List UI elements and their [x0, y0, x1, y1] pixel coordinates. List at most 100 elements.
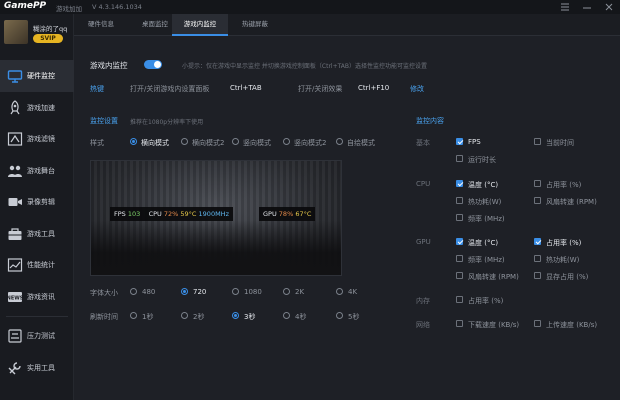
style-option-4[interactable]: 竖向模式2	[294, 138, 326, 148]
basic-runtime-checkbox[interactable]	[456, 155, 463, 162]
sidebar-item-game-stage[interactable]: 游戏舞台	[0, 155, 74, 187]
sidebar-item-label: 压力测试	[27, 332, 55, 340]
refresh-radio-3[interactable]	[232, 312, 239, 319]
menu-icon[interactable]	[560, 2, 570, 12]
font-option-720[interactable]: 720	[193, 288, 206, 296]
style-option-2[interactable]: 横向模式2	[192, 138, 224, 148]
cpu-usage-label[interactable]: 占用率 (%)	[546, 180, 581, 190]
hotkey1-key[interactable]: Ctrl+TAB	[230, 84, 262, 92]
refresh-option-2[interactable]: 2秒	[193, 312, 204, 322]
osd-gpu-label: GPU	[263, 210, 277, 218]
basic-fps-label[interactable]: FPS	[468, 138, 481, 146]
font-radio-2k[interactable]	[283, 288, 290, 295]
refresh-radio-2[interactable]	[181, 312, 188, 319]
memory-usage-label[interactable]: 占用率 (%)	[468, 296, 503, 306]
sidebar-item-label: 性能统计	[27, 261, 55, 269]
svip-badge: SVIP	[33, 34, 63, 43]
font-radio-1080[interactable]	[232, 288, 239, 295]
net-download-checkbox[interactable]	[456, 320, 463, 327]
sidebar-item-utilities[interactable]: 实用工具	[0, 352, 74, 384]
osd-gpu-temp: 67°C	[295, 210, 312, 218]
gpu-freq-label[interactable]: 频率 (MHz)	[468, 255, 505, 265]
style-option-3[interactable]: 竖向模式	[243, 138, 271, 148]
sidebar-item-game-news[interactable]: NEWS 游戏资讯	[0, 281, 74, 313]
refresh-option-3[interactable]: 3秒	[244, 312, 255, 322]
basic-time-checkbox[interactable]	[534, 138, 541, 145]
osd-cpu-usage: 72%	[163, 210, 179, 218]
basic-time-label[interactable]: 当前时间	[546, 138, 574, 148]
style-radio-3[interactable]	[232, 138, 239, 145]
gpu-temp-label[interactable]: 温度 (°C)	[468, 238, 498, 248]
font-option-480[interactable]: 480	[142, 288, 155, 296]
font-option-1080[interactable]: 1080	[244, 288, 262, 296]
refresh-option-4[interactable]: 4秒	[295, 312, 306, 322]
cpu-fan-label[interactable]: 风扇转速 (RPM)	[546, 197, 597, 207]
style-radio-1[interactable]	[130, 138, 137, 145]
app-version: V 4.3.146.1034	[92, 3, 142, 11]
app-logo: GamePP	[4, 1, 47, 11]
cpu-temp-checkbox[interactable]	[456, 180, 463, 187]
settings-title: 监控设置	[90, 117, 118, 125]
cpu-freq-label[interactable]: 频率 (MHz)	[468, 214, 505, 224]
tab-hotkey-block[interactable]: 热键屏蔽	[228, 14, 282, 36]
hotkey2-key[interactable]: Ctrl+F10	[358, 84, 389, 92]
sidebar-item-game-tools[interactable]: 游戏工具	[0, 218, 74, 250]
cpu-temp-label[interactable]: 温度 (°C)	[468, 180, 498, 190]
style-option-5[interactable]: 自绘模式	[347, 138, 375, 148]
gpu-usage-label[interactable]: 占用率 (%)	[546, 238, 581, 248]
refresh-option-5[interactable]: 5秒	[348, 312, 359, 322]
gpu-fan-checkbox[interactable]	[456, 272, 463, 279]
style-radio-2[interactable]	[181, 138, 188, 145]
gpu-fan-label[interactable]: 风扇转速 (RPM)	[468, 272, 519, 282]
gpu-usage-checkbox[interactable]	[534, 238, 541, 245]
cpu-freq-checkbox[interactable]	[456, 214, 463, 221]
gpu-freq-checkbox[interactable]	[456, 255, 463, 262]
gpu-power-checkbox[interactable]	[534, 255, 541, 262]
close-icon[interactable]	[604, 2, 614, 12]
gpu-vram-label[interactable]: 显存占用 (%)	[546, 272, 588, 282]
style-radio-5[interactable]	[336, 138, 343, 145]
tab-hardware-info[interactable]: 硬件信息	[74, 14, 128, 36]
basic-fps-checkbox[interactable]	[456, 138, 463, 145]
main-panel: 游戏内监控 小提示：仅在游戏中显示监控 并切换游戏控制面板（Ctrl+TAB）选…	[74, 36, 620, 400]
gpu-vram-checkbox[interactable]	[534, 272, 541, 279]
monitor-toggle[interactable]	[144, 60, 162, 69]
avatar[interactable]	[4, 20, 28, 44]
sidebar-item-performance-stats[interactable]: 性能统计	[0, 249, 74, 281]
font-radio-720[interactable]	[181, 288, 188, 295]
cpu-power-label[interactable]: 热功耗(W)	[468, 197, 501, 207]
sidebar-item-game-filter[interactable]: 游戏滤镜	[0, 123, 74, 155]
modify-link[interactable]: 修改	[410, 84, 424, 94]
font-option-4k[interactable]: 4K	[348, 288, 357, 296]
user-profile[interactable]: 糊涂的了qq SVIP	[4, 20, 72, 56]
net-download-label[interactable]: 下载速度 (KB/s)	[468, 320, 519, 330]
gpu-temp-checkbox[interactable]	[456, 238, 463, 245]
hotkey-label: 热键	[90, 85, 104, 93]
font-radio-4k[interactable]	[336, 288, 343, 295]
font-radio-480[interactable]	[130, 288, 137, 295]
sidebar-item-hardware-monitor[interactable]: 硬件监控	[0, 60, 74, 92]
net-upload-label[interactable]: 上传速度 (KB/s)	[546, 320, 597, 330]
gpu-power-label[interactable]: 热功耗(W)	[546, 255, 579, 265]
chart-icon	[7, 257, 23, 273]
refresh-radio-1[interactable]	[130, 312, 137, 319]
tab-ingame-monitor[interactable]: 游戏内监控	[172, 14, 228, 36]
memory-usage-checkbox[interactable]	[456, 296, 463, 303]
font-option-2k[interactable]: 2K	[295, 288, 304, 296]
net-upload-checkbox[interactable]	[534, 320, 541, 327]
sidebar-item-stress-test[interactable]: 压力测试	[0, 320, 74, 352]
sidebar-item-game-boost[interactable]: 游戏加速	[0, 92, 74, 124]
sidebar-item-video-edit[interactable]: 录像剪辑	[0, 186, 74, 218]
minimize-icon[interactable]	[582, 2, 592, 12]
refresh-radio-5[interactable]	[336, 312, 343, 319]
refresh-radio-4[interactable]	[283, 312, 290, 319]
style-radio-4[interactable]	[283, 138, 290, 145]
style-option-1[interactable]: 横向模式	[141, 138, 169, 148]
toolbox-icon	[7, 226, 23, 242]
cpu-usage-checkbox[interactable]	[534, 180, 541, 187]
cpu-power-checkbox[interactable]	[456, 197, 463, 204]
refresh-option-1[interactable]: 1秒	[142, 312, 153, 322]
memory-label: 内存	[416, 297, 430, 305]
basic-runtime-label[interactable]: 运行时长	[468, 155, 496, 165]
cpu-fan-checkbox[interactable]	[534, 197, 541, 204]
